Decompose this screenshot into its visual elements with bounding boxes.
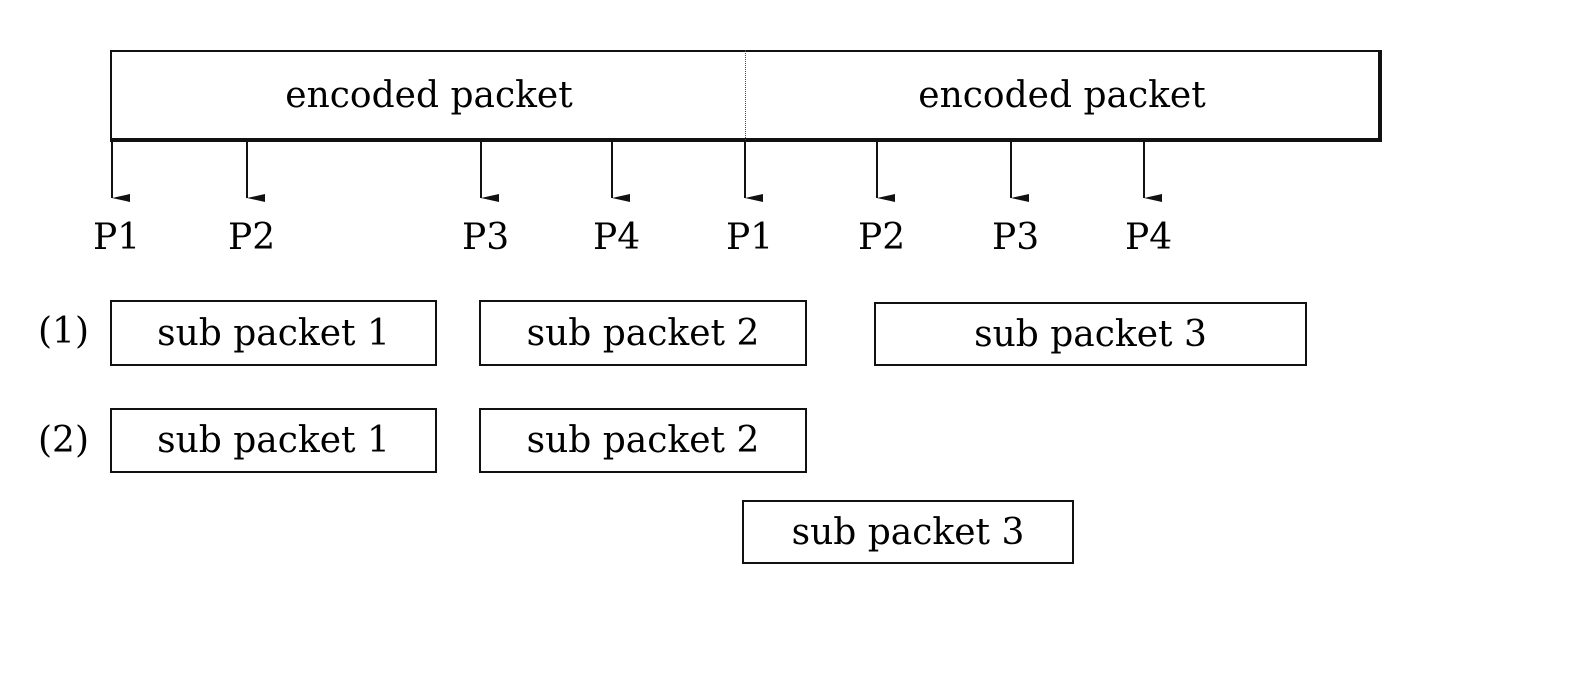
sub-packet-label: sub packet 2 [526,312,760,354]
scheme-2-label: (2) [38,420,89,461]
sub-packet-label: sub packet 3 [791,511,1025,553]
scheme-2-sub-packet-3: sub packet 3 [742,500,1074,564]
marker-label-p4b: P4 [1125,217,1173,258]
scheme-1-sub-packet-3: sub packet 3 [874,302,1307,366]
sub-packet-label: sub packet 2 [526,420,760,461]
marker-label-p3a: P3 [462,217,510,258]
scheme-2-sub-packet-2: sub packet 2 [479,408,807,473]
marker-label-p2a: P2 [228,217,276,258]
sub-packet-label: sub packet 1 [157,420,390,461]
sub-packet-label: sub packet 3 [974,313,1207,355]
marker-label-p3b: P3 [992,217,1040,258]
scheme-2-sub-packet-1: sub packet 1 [110,408,437,473]
marker-label-p4a: P4 [593,217,641,258]
scheme-1-sub-packet-2: sub packet 2 [479,300,807,366]
scheme-1-label: (1) [38,311,89,352]
marker-label-p2b: P2 [858,217,906,258]
sub-packet-label: sub packet 1 [157,312,390,354]
marker-label-p1b: P1 [726,217,774,258]
scheme-1-sub-packet-1: sub packet 1 [110,300,437,366]
marker-label-p1a: P1 [93,217,141,258]
